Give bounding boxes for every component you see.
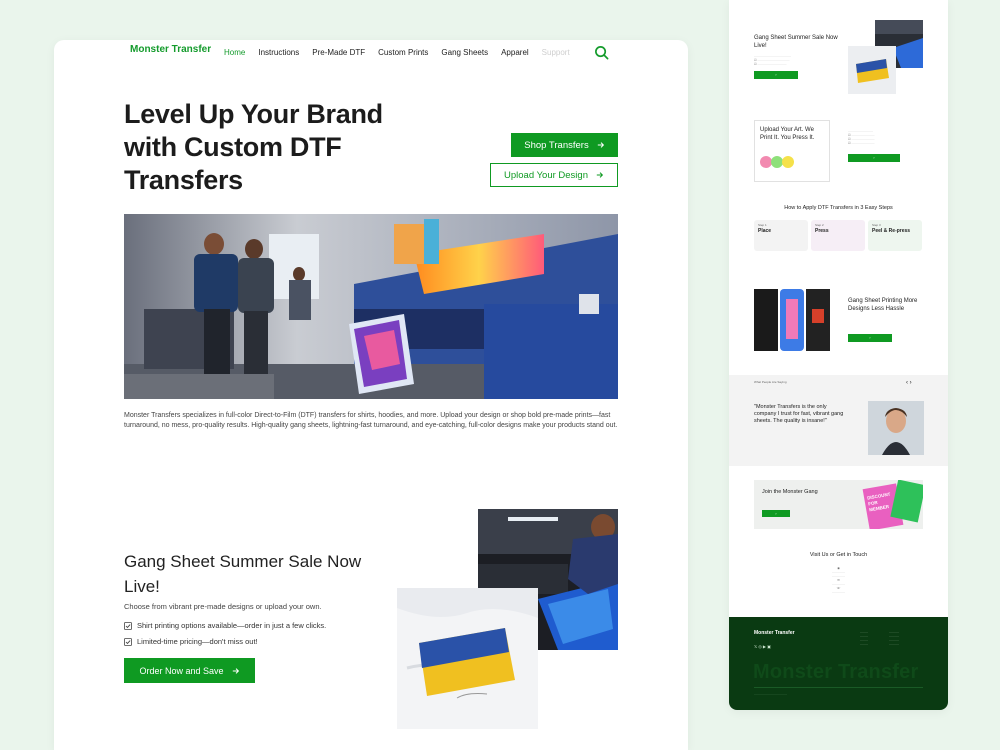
nav-custom-prints[interactable]: Custom Prints (378, 48, 428, 57)
side-join-button[interactable]: › (762, 510, 790, 517)
shop-transfers-label: Shop Transfers (524, 139, 589, 151)
main-nav: Home Instructions Pre-Made DTF Custom Pr… (224, 48, 583, 57)
order-now-label: Order Now and Save (139, 665, 224, 676)
nav-pre-made-dtf[interactable]: Pre-Made DTF (312, 48, 365, 57)
order-now-button[interactable]: Order Now and Save (124, 658, 255, 683)
side-steps-title: How to Apply DTF Transfers in 3 Easy Ste… (784, 205, 893, 211)
arrow-right-icon (232, 667, 239, 674)
sale-subtitle: Choose from vibrant pre-made designs or … (124, 602, 322, 611)
side-step-card: Step 1 Place (754, 220, 808, 251)
sale-point: Limited-time pricing—don't miss out! (124, 637, 258, 646)
nav-home[interactable]: Home (224, 48, 245, 57)
side-sale-text: ····································· ☑ ·… (754, 54, 791, 66)
side-upload-button[interactable]: › (848, 154, 900, 162)
nav-support[interactable]: Support (542, 48, 570, 57)
side-shirt-photo (848, 46, 896, 94)
nav-instructions[interactable]: Instructions (258, 48, 299, 57)
hero-description: Monster Transfers specializes in full-co… (124, 412, 618, 429)
side-upload-card: Upload Your Art. We Print It. You Press … (754, 120, 830, 182)
footer-wordmark: Monster Transfer (753, 661, 919, 683)
sale-point-text: Shirt printing options available—order i… (137, 621, 327, 630)
upload-design-label: Upload Your Design (504, 169, 588, 181)
side-step-card: Step 3 Peel & Re-press (868, 220, 922, 251)
footer-logo[interactable]: Monster Transfer (754, 630, 795, 636)
hero-title: Level Up Your Brand with Custom DTF Tran… (124, 99, 383, 195)
side-customer-photo (868, 401, 924, 455)
sale-point-text: Limited-time pricing—don't miss out! (137, 637, 258, 646)
mobile-preview-card: Gang Sheet Summer Sale Now Live! ·······… (729, 0, 948, 710)
side-step-card: Step 2 Press (811, 220, 865, 251)
nav-apparel[interactable]: Apparel (501, 48, 529, 57)
footer-links-col[interactable]: ········ ········ ········ ········ (860, 630, 868, 646)
side-order-button[interactable]: › (754, 71, 798, 79)
side-contact-info: ◉ ············· ············· ✉ ············… (832, 566, 845, 594)
footer-divider (754, 687, 923, 688)
paint-splash-icon (760, 156, 794, 168)
step-label: Place (758, 228, 772, 234)
step-label: Peel & Re-press (872, 228, 911, 234)
side-testimonial-heading: What People Are Saying (754, 380, 787, 384)
side-gang-sheet-photo (754, 289, 830, 351)
printed-shirt-photo (397, 588, 538, 729)
brand-logo[interactable]: Monster Transfer (130, 44, 211, 55)
main-page-card: Monster Transfer Home Instructions Pre-M… (54, 40, 688, 750)
social-icons[interactable]: 𝕏 ◎ ▶ ▣ (754, 645, 771, 649)
side-sale-title: Gang Sheet Summer Sale Now Live! (754, 35, 838, 49)
nav-gang-sheets[interactable]: Gang Sheets (441, 48, 488, 57)
footer-copyright: ································· (754, 692, 787, 696)
side-join-card: Join the Monster Gang › DISCOUNT FOR MEM… (754, 480, 923, 529)
step-number: Step 1 (758, 223, 767, 227)
hero-printer-photo (124, 214, 618, 399)
arrow-right-icon (597, 142, 604, 148)
step-number: Step 2 (815, 223, 824, 227)
side-testimonial-quote: "Monster Transfers is the only company I… (754, 404, 844, 424)
side-join-title: Join the Monster Gang (762, 489, 818, 495)
checkbox-icon (124, 637, 132, 646)
carousel-arrows-icon[interactable]: ‹ › (906, 380, 912, 386)
step-number: Step 3 (872, 223, 881, 227)
step-label: Press (815, 228, 829, 234)
side-upload-text: ························· ☑ ·············… (848, 129, 875, 145)
footer-contact-col[interactable]: ·········· ·········· ·········· ·········· (889, 630, 899, 646)
side-footer: Monster Transfer 𝕏 ◎ ▶ ▣ ········ ·······… (729, 617, 948, 710)
upload-design-button[interactable]: Upload Your Design (490, 163, 618, 187)
side-gang-title: Gang Sheet Printing More Designs Less Ha… (848, 298, 918, 312)
checkbox-icon (124, 621, 132, 630)
shop-transfers-button[interactable]: Shop Transfers (511, 133, 618, 157)
sale-title: Gang Sheet Summer Sale Now Live! (124, 552, 362, 596)
side-visit-title: Visit Us or Get in Touch (809, 552, 868, 558)
side-gang-button[interactable]: › (848, 334, 892, 342)
side-upload-title: Upload Your Art. We Print It. You Press … (760, 127, 815, 141)
sale-point: Shirt printing options available—order i… (124, 621, 326, 630)
search-icon[interactable] (594, 45, 609, 60)
arrow-right-icon (596, 172, 604, 178)
